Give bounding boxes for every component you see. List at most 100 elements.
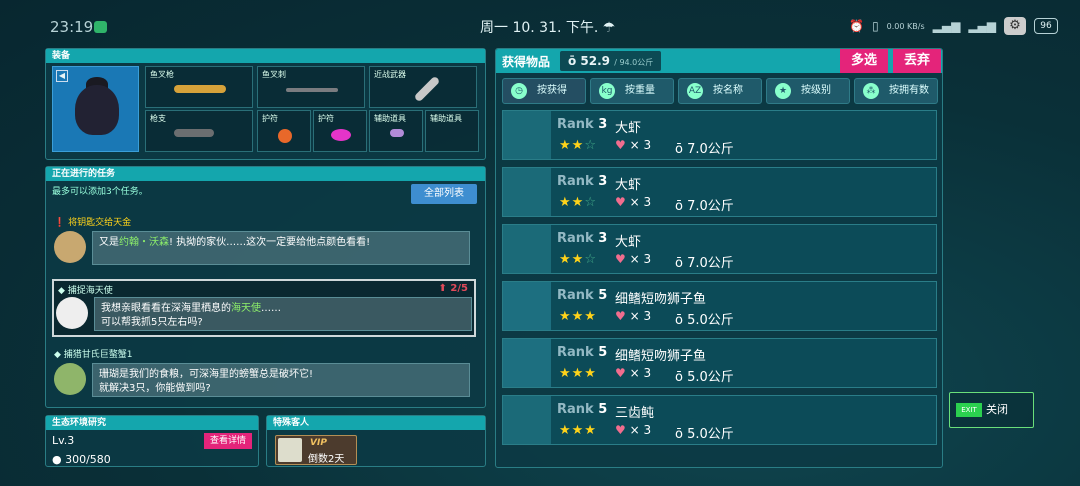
item-weight: ō 7.0公斤 bbox=[675, 256, 734, 271]
tab-by-acquired[interactable]: ◷ 按获得 bbox=[502, 78, 586, 104]
item-weight: ō 7.0公斤 bbox=[675, 142, 734, 157]
avatar bbox=[54, 363, 86, 395]
slot-melee[interactable]: 近战武器 bbox=[369, 66, 477, 108]
item-count: ♥ × 3 bbox=[615, 366, 652, 380]
rank-label: Rank 3 bbox=[557, 174, 608, 189]
harpoon-gun-icon bbox=[174, 85, 226, 93]
item-name: 细鳍短吻狮子鱼 bbox=[615, 292, 707, 307]
rank-label: Rank 3 bbox=[557, 117, 608, 132]
equipment-panel: 装备 ◀ 鱼叉枪 鱼叉刺 近战武器 枪支 护符 护符 辅助道具 辅助道具 bbox=[45, 48, 486, 160]
item-count: ♥ × 3 bbox=[615, 309, 652, 323]
discard-button[interactable]: 丢弃 bbox=[893, 49, 941, 73]
item-row[interactable]: Rank 5 三齿鲀 ★★★ ♥ × 3 ō 5.0公斤 bbox=[502, 395, 937, 445]
diamond-icon: ◆ bbox=[58, 286, 68, 296]
fish-thumbnail bbox=[503, 396, 551, 444]
vibrate-icon: ▯ bbox=[872, 19, 879, 33]
slot-charm-2[interactable]: 护符 bbox=[313, 110, 367, 152]
tab-by-rank[interactable]: ★ 按级别 bbox=[766, 78, 850, 104]
rank-label: Rank 5 bbox=[557, 345, 608, 360]
clock: 23:19 bbox=[50, 18, 94, 36]
slot-harpoon-tip[interactable]: 鱼叉刺 bbox=[257, 66, 365, 108]
alarm-icon: ⏰ bbox=[849, 19, 865, 33]
weather-icon: ☂ bbox=[602, 20, 616, 36]
item-weight: ō 5.0公斤 bbox=[675, 370, 734, 385]
harpoon-tip-icon bbox=[286, 88, 338, 92]
penguin-icon bbox=[75, 85, 119, 135]
item-row[interactable]: Rank 5 细鳍短吻狮子鱼 ★★★ ♥ × 3 ō 5.0公斤 bbox=[502, 281, 937, 331]
heart-icon: ♥ bbox=[615, 138, 626, 152]
avatar bbox=[278, 438, 302, 462]
slot-gun[interactable]: 枪支 bbox=[145, 110, 253, 152]
tab-by-name[interactable]: AZ 按名称 bbox=[678, 78, 762, 104]
item-row[interactable]: Rank 3 大虾 ★★☆ ♥ × 3 ō 7.0公斤 bbox=[502, 110, 937, 160]
item-name: 大虾 bbox=[615, 178, 642, 193]
quest-icon: ❗ bbox=[54, 218, 69, 228]
item-row[interactable]: Rank 3 大虾 ★★☆ ♥ × 3 ō 7.0公斤 bbox=[502, 167, 937, 217]
slot-aux-1[interactable]: 辅助道具 bbox=[369, 110, 423, 152]
exit-icon: EXIT bbox=[956, 403, 982, 417]
slot-harpoon-gun[interactable]: 鱼叉枪 bbox=[145, 66, 253, 108]
tab-by-owned[interactable]: ⁂ 按拥有数 bbox=[854, 78, 938, 104]
star-rating: ★★☆ bbox=[559, 252, 597, 267]
slot-aux-2[interactable]: 辅助道具 bbox=[425, 110, 479, 152]
heart-icon: ♥ bbox=[615, 252, 626, 266]
all-tasks-button[interactable]: 全部列表 bbox=[411, 184, 477, 204]
diver-portrait[interactable]: ◀ bbox=[52, 66, 139, 152]
wechat-icon bbox=[94, 21, 107, 33]
fish-thumbnail bbox=[503, 168, 551, 216]
item-weight: ō 7.0公斤 bbox=[675, 199, 734, 214]
weight-kg-icon: kg bbox=[599, 83, 615, 99]
eco-level: Lv.3 bbox=[52, 434, 75, 447]
flashlight-icon bbox=[390, 129, 404, 137]
slot-charm-1[interactable]: 护符 bbox=[257, 110, 311, 152]
task-dialog: 我想亲眼看看在深海里栖息的海天使…… 可以帮我抓5只左右吗? bbox=[94, 297, 472, 331]
weight-icon: ō bbox=[675, 313, 688, 328]
item-row[interactable]: Rank 5 细鳍短吻狮子鱼 ★★★ ♥ × 3 ō 5.0公斤 bbox=[502, 338, 937, 388]
tasks-title: 正在进行的任务 bbox=[46, 167, 485, 181]
multi-select-button[interactable]: 多选 bbox=[840, 49, 888, 73]
task-item[interactable]: ❗ 将钥匙交给天金 又是约翰・沃森! 执拗的家伙……这次一定要给他点颜色看看! bbox=[52, 215, 476, 271]
vip-guest-card[interactable]: VIP 倒数2天 bbox=[275, 435, 357, 465]
close-button[interactable]: EXIT 关闭 bbox=[949, 392, 1034, 428]
signal-icon: ▂▄▆ bbox=[932, 19, 961, 33]
task-item-selected[interactable]: ◆ 捕捉海天使 ⬆ 2/5 我想亲眼看看在深海里栖息的海天使…… 可以帮我抓5只左… bbox=[52, 279, 476, 337]
item-name: 大虾 bbox=[615, 121, 642, 136]
item-count: ♥ × 3 bbox=[615, 252, 652, 266]
signal-icon-2: ▂▄▆ bbox=[968, 19, 996, 33]
heart-icon: ♥ bbox=[615, 195, 626, 209]
tab-by-weight[interactable]: kg 按重量 bbox=[590, 78, 674, 104]
weight-icon: ō bbox=[675, 256, 688, 271]
fish-thumbnail bbox=[503, 225, 551, 273]
item-name: 三齿鲀 bbox=[615, 406, 655, 421]
weight-icon: ō bbox=[568, 54, 581, 68]
fish-thumbnail bbox=[503, 282, 551, 330]
item-name: 大虾 bbox=[615, 235, 642, 250]
tasks-hint: 最多可以添加3个任务。 bbox=[52, 187, 148, 197]
item-weight: ō 5.0公斤 bbox=[675, 313, 734, 328]
avatar bbox=[56, 297, 88, 329]
heart-icon: ♥ bbox=[615, 309, 626, 323]
charm-pink-icon bbox=[331, 129, 351, 141]
eco-title: 生态环境研究 bbox=[46, 416, 258, 430]
weight-icon: ō bbox=[675, 370, 688, 385]
items-panel: 获得物品 ō 52.9 / 94.0公斤 多选 丢弃 ◷ 按获得 kg 按重量 AZ… bbox=[495, 48, 943, 468]
eco-xp: ● 300/580 bbox=[52, 453, 111, 466]
star-rating: ★★★ bbox=[559, 423, 597, 438]
heart-icon: ♥ bbox=[615, 366, 626, 380]
items-title: 获得物品 bbox=[502, 55, 551, 69]
star-rating: ★★★ bbox=[559, 309, 597, 324]
gear-icon[interactable]: ⚙ bbox=[1004, 17, 1026, 35]
task-item[interactable]: ◆ 捕猎甘氏巨螯蟹1 珊瑚是我们的食粮，可深海里的螃蟹总是破坏它! 就解决3只，你… bbox=[52, 347, 476, 403]
item-row[interactable]: Rank 3 大虾 ★★☆ ♥ × 3 ō 7.0公斤 bbox=[502, 224, 937, 274]
diamond-icon: ◆ bbox=[54, 350, 64, 360]
task-dialog: 珊瑚是我们的食粮，可深海里的螃蟹总是破坏它! 就解决3只，你能做到吗? bbox=[92, 363, 470, 397]
view-details-button[interactable]: 查看详情 bbox=[204, 433, 252, 449]
az-icon: AZ bbox=[687, 83, 703, 99]
cluster-icon: ⁂ bbox=[863, 83, 879, 99]
item-weight: ō 5.0公斤 bbox=[675, 427, 734, 442]
equipment-title: 装备 bbox=[46, 49, 485, 63]
rank-label: Rank 5 bbox=[557, 402, 608, 417]
tasks-panel: 正在进行的任务 最多可以添加3个任务。 全部列表 ❗ 将钥匙交给天金 又是约翰・… bbox=[45, 166, 486, 408]
task-progress: ⬆ 2/5 bbox=[438, 283, 468, 294]
avatar bbox=[54, 231, 86, 263]
